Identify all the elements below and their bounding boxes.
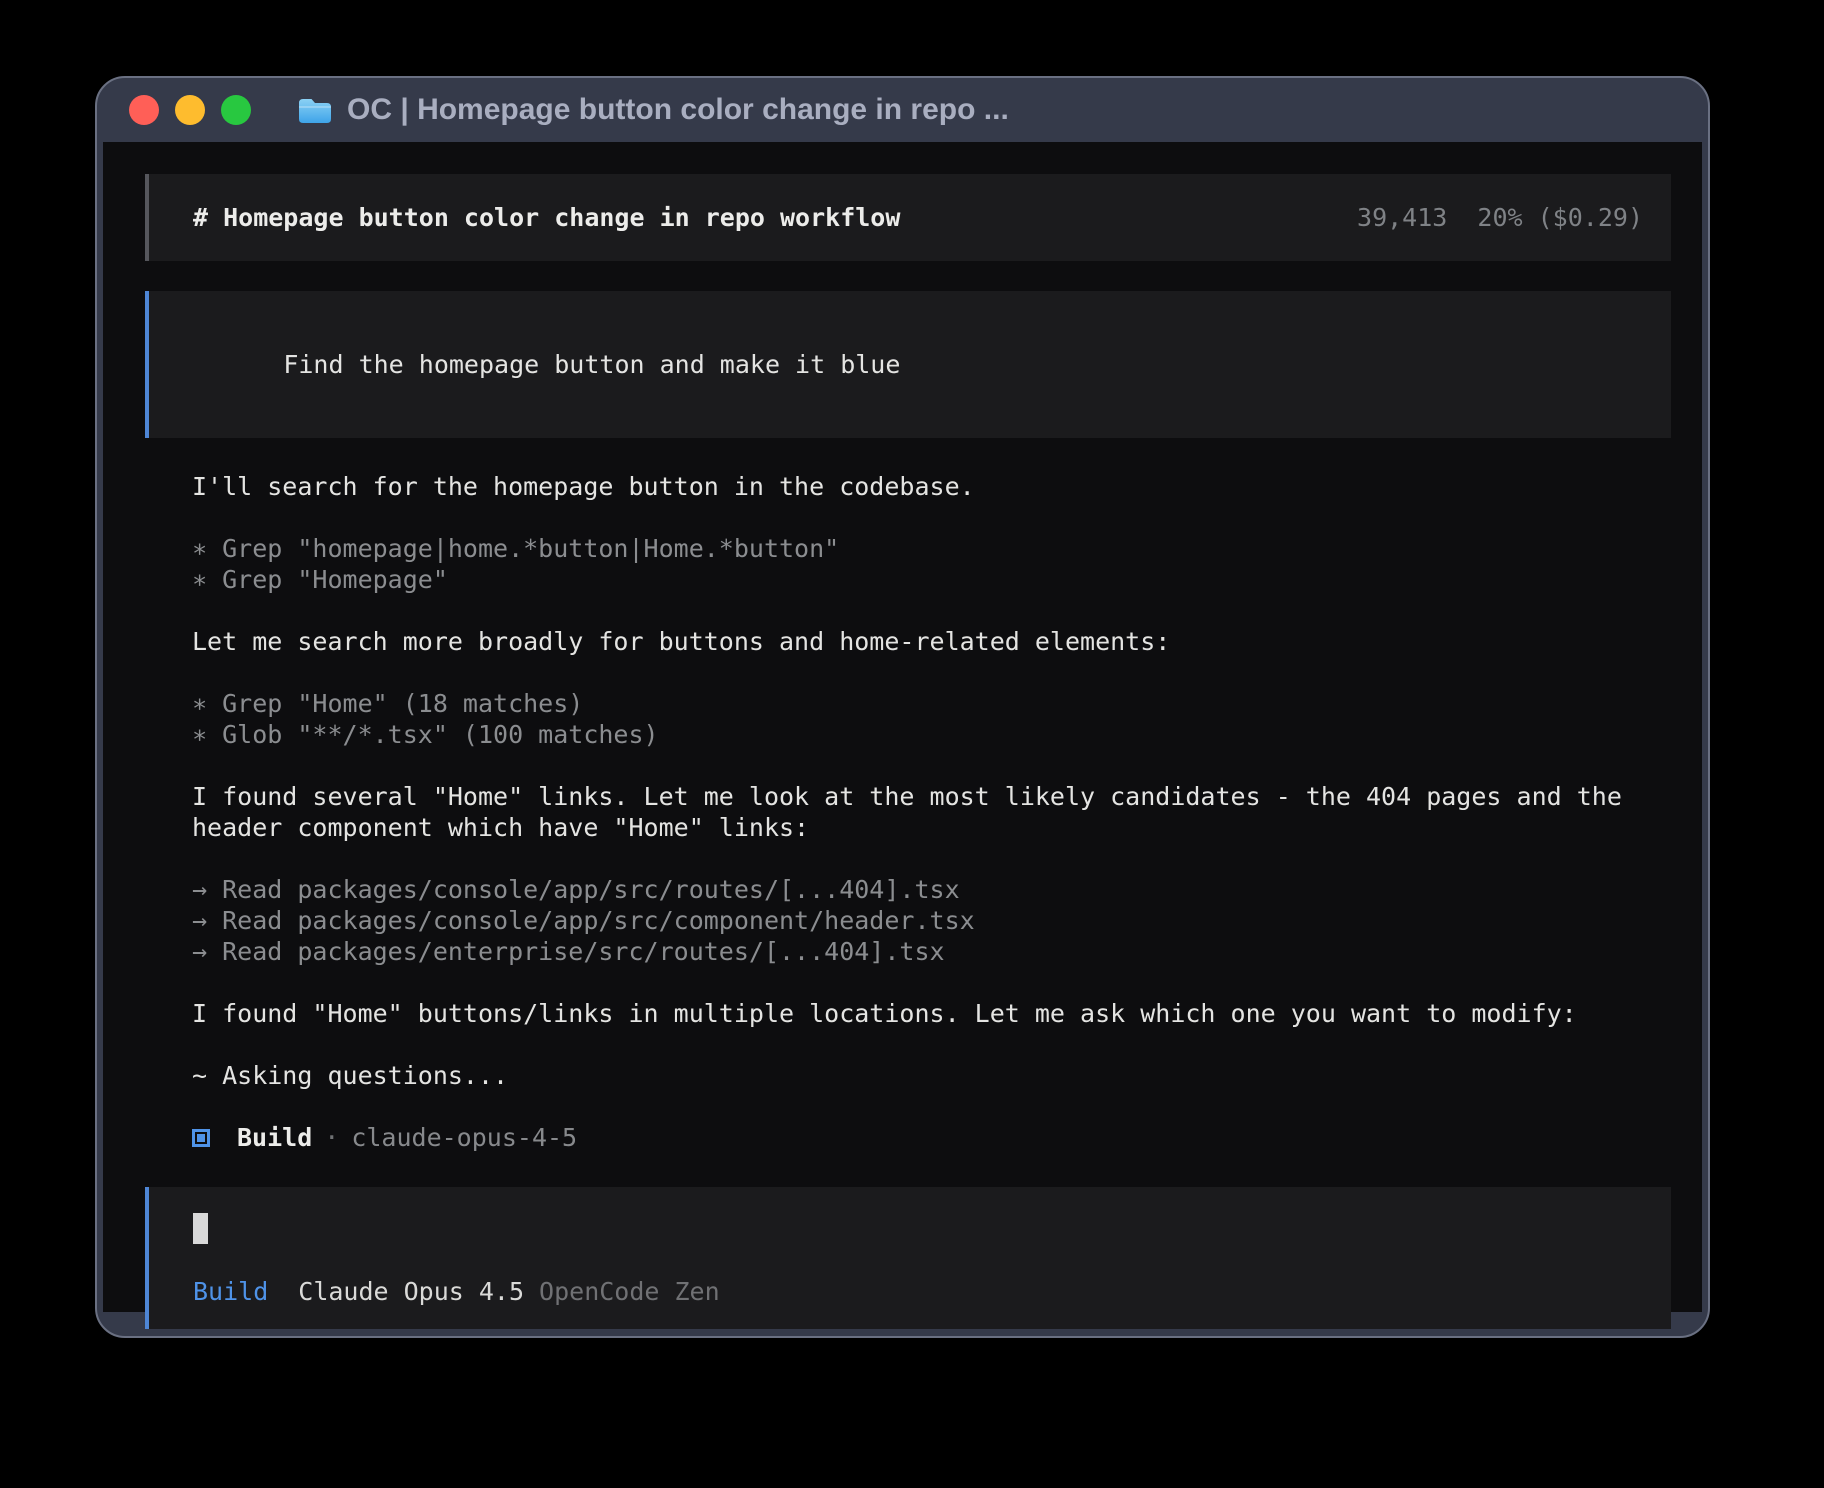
terminal-content: # Homepage button color change in repo w… — [103, 142, 1702, 1312]
assistant-text: I found "Home" buttons/links in multiple… — [192, 998, 1671, 1029]
assistant-output: I'll search for the homepage button in t… — [192, 471, 1671, 1091]
tool-call-group: ∗ Grep "homepage|home.*button|Home.*butt… — [192, 533, 1671, 595]
conversation: I'll search for the homepage button in t… — [192, 471, 1671, 1153]
text-cursor — [193, 1213, 208, 1244]
zoom-button[interactable] — [221, 95, 251, 125]
close-button[interactable] — [129, 95, 159, 125]
input-meta: Build Claude Opus 4.5 OpenCode Zen — [193, 1276, 1643, 1307]
tool-call-group: ∗ Grep "Home" (18 matches)∗ Glob "**/*.t… — [192, 688, 1671, 750]
prompt-input[interactable]: Build Claude Opus 4.5 OpenCode Zen — [145, 1187, 1671, 1329]
agent-separator: · — [324, 1122, 339, 1153]
assistant-text-line: I found "Home" buttons/links in multiple… — [192, 998, 1671, 1029]
input-model-label: Claude Opus 4.5 — [298, 1276, 524, 1307]
assistant-text: I found several "Home" links. Let me loo… — [192, 781, 1671, 843]
tool-call-line: → Read packages/enterprise/src/routes/[.… — [192, 936, 1671, 967]
tool-call-line: → Read packages/console/app/src/componen… — [192, 905, 1671, 936]
window-title: OC | Homepage button color change in rep… — [347, 93, 1009, 127]
window-title-group: OC | Homepage button color change in rep… — [297, 93, 1009, 127]
agent-name: Build — [237, 1122, 312, 1153]
agent-mode-icon — [192, 1129, 210, 1147]
input-provider-label: OpenCode Zen — [539, 1276, 720, 1307]
tool-call-line: ∗ Grep "Homepage" — [192, 564, 1671, 595]
session-stats: 39,413 20% ($0.29) — [1357, 202, 1643, 233]
tool-call-line: ∗ Grep "homepage|home.*button|Home.*butt… — [192, 533, 1671, 564]
agent-model: claude-opus-4-5 — [351, 1122, 577, 1153]
tool-call-line: → Read packages/console/app/src/routes/[… — [192, 874, 1671, 905]
assistant-text-line: I'll search for the homepage button in t… — [192, 471, 1671, 502]
window-titlebar[interactable]: OC | Homepage button color change in rep… — [97, 78, 1708, 142]
assistant-text-line: Let me search more broadly for buttons a… — [192, 626, 1671, 657]
minimize-button[interactable] — [175, 95, 205, 125]
assistant-text-line: I found several "Home" links. Let me loo… — [192, 781, 1671, 843]
tool-call-line: ∗ Grep "Home" (18 matches) — [192, 688, 1671, 719]
session-header: # Homepage button color change in repo w… — [145, 174, 1671, 261]
tool-call-group: → Read packages/console/app/src/routes/[… — [192, 874, 1671, 967]
user-message-text: Find the homepage button and make it blu… — [283, 350, 900, 379]
input-mode-label: Build — [193, 1276, 268, 1307]
assistant-text: I'll search for the homepage button in t… — [192, 471, 1671, 502]
terminal-window: OC | Homepage button color change in rep… — [95, 76, 1710, 1338]
session-title: # Homepage button color change in repo w… — [193, 202, 900, 233]
traffic-lights — [129, 95, 251, 125]
assistant-text: Let me search more broadly for buttons a… — [192, 626, 1671, 657]
assistant-text: ~ Asking questions... — [192, 1060, 1671, 1091]
agent-status-line: Build · claude-opus-4-5 — [192, 1122, 1671, 1153]
assistant-text-line: ~ Asking questions... — [192, 1060, 1671, 1091]
folder-icon — [297, 95, 333, 125]
tool-call-line: ∗ Glob "**/*.tsx" (100 matches) — [192, 719, 1671, 750]
user-message: Find the homepage button and make it blu… — [145, 291, 1671, 438]
